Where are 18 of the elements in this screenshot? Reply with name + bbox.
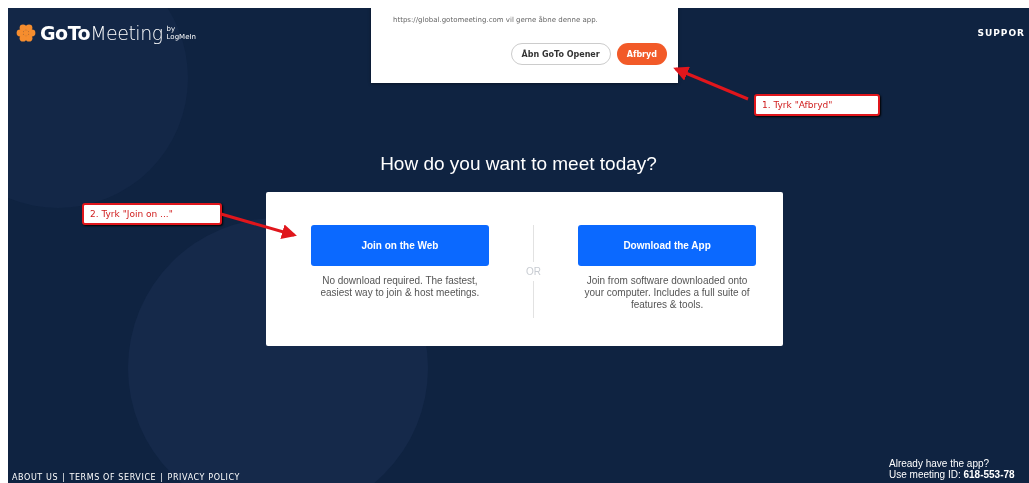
flower-logo-icon xyxy=(16,23,36,43)
option-description: Join from software downloaded onto your computer. Includes a full suite of features & tools. xyxy=(583,275,751,311)
option-description: No download required. The fastest, easiest way to join & host meetings. xyxy=(319,275,481,299)
meeting-id-text: Use meeting ID: 618-553-78 xyxy=(889,469,1016,480)
annotation-callout: 1. Tyrk "Afbryd" xyxy=(754,94,880,116)
option-button[interactable]: Download the App xyxy=(578,225,757,266)
support-link[interactable]: SUPPOR xyxy=(977,28,1025,38)
footer-link[interactable]: ABOUT US xyxy=(12,473,59,483)
link-separator: | xyxy=(62,473,66,483)
footer-link[interactable]: PRIVACY POLICY xyxy=(167,473,241,483)
page-heading: How do you want to meet today? xyxy=(379,153,658,175)
dialog-button[interactable]: Åbn GoTo Opener xyxy=(510,43,611,65)
app-prompt: Already have the app? xyxy=(889,458,990,469)
logo-wordmark: GoToMeeting xyxy=(40,22,163,44)
annotation-callout: 2. Tyrk "Join on ..." xyxy=(82,203,222,225)
option-button[interactable]: Join on the Web xyxy=(310,225,489,266)
link-separator: | xyxy=(160,473,164,483)
footer-link[interactable]: TERMS OF SERVICE xyxy=(69,473,157,483)
